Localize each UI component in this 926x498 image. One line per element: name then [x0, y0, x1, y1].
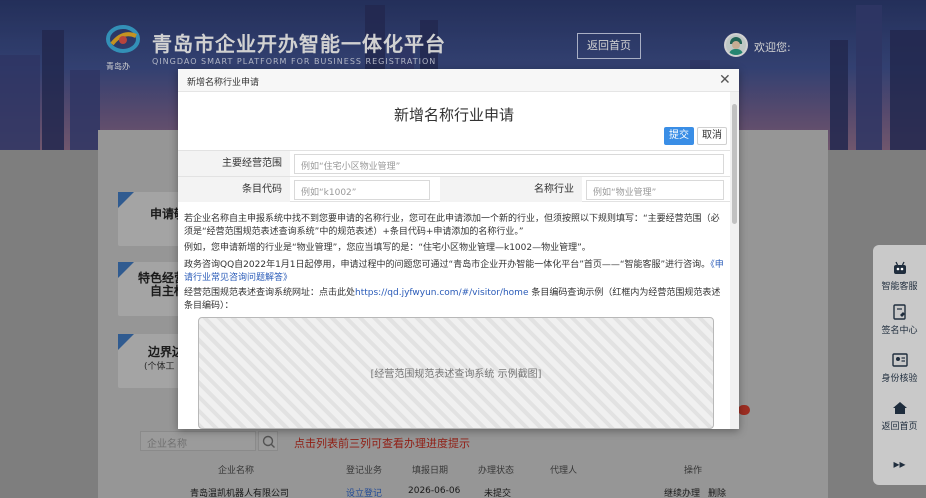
modal-scrollbar[interactable]: [730, 92, 739, 429]
scroll-thumb[interactable]: [732, 104, 737, 224]
code-input[interactable]: 例如“k1002”: [294, 180, 430, 200]
code-label: 条目代码: [178, 177, 290, 202]
submit-button[interactable]: 提交: [664, 127, 694, 145]
robot-icon: [893, 261, 906, 274]
col-business: 登记业务: [346, 466, 383, 476]
right-rail: 智能客服 签名中心 身份核验 返回首页 ▸▸: [873, 245, 926, 485]
home-icon: [892, 402, 907, 414]
cancel-button[interactable]: 取消: [697, 127, 727, 145]
query-system-paragraph: 经营范围规范表述查询系统网址：点击此处https://qd.jyfwyun.co…: [184, 287, 724, 313]
logo-text: 青岛办: [106, 62, 130, 71]
col-agent: 代理人: [550, 466, 578, 476]
site-title: 青岛市企业开办智能一体化平台: [152, 32, 446, 56]
rail-id-verify[interactable]: 身份核验: [873, 351, 926, 384]
scope-label: 主要经营范围: [178, 151, 290, 176]
col-status: 办理状态: [478, 466, 515, 476]
new-industry-modal: 新增名称行业申请 ✕ 新增名称行业申请 提交 取消 主要经营范围 例如“住宅小区…: [178, 69, 739, 429]
close-icon[interactable]: ✕: [719, 72, 731, 88]
col-date: 填报日期: [412, 466, 449, 476]
double-chevron-right-icon: ▸▸: [893, 457, 906, 471]
row-status: 未提交: [484, 489, 512, 498]
rail-home[interactable]: 返回首页: [873, 399, 926, 432]
site-subtitle: QINGDAO SMART PLATFORM FOR BUSINESS REGI…: [152, 57, 437, 66]
delete-button[interactable]: 删除: [708, 486, 726, 498]
qq-notice-paragraph: 政务咨询QQ自2022年1月1日起停用，申请过程中的问题您可通过“青岛市企业开办…: [184, 259, 724, 285]
rail-label: 签名中心: [881, 326, 918, 336]
modal-body: 新增名称行业申请 提交 取消 主要经营范围 例如“住宅小区物业管理” 条目代码 …: [178, 92, 730, 429]
search-button[interactable]: [258, 431, 278, 451]
welcome-text: 欢迎您:: [754, 41, 791, 54]
row-business[interactable]: 设立登记: [346, 486, 382, 498]
industry-input[interactable]: 例如“物业管理”: [586, 180, 724, 200]
example-screenshot: [经营范围规范表述查询系统 示例截图]: [198, 317, 714, 429]
table-row: 青岛温凯机器人有限公司 设立登记 2026-06-06 未提交 继续办理 删除: [140, 483, 750, 498]
rule-paragraph: 若企业名称自主申报系统中找不到您要申请的名称行业，您可在此申请添加一个新的行业，…: [184, 214, 720, 237]
company-search-input[interactable]: 企业名称: [140, 431, 256, 451]
qq-notice-text: 政务咨询QQ自2022年1月1日起停用，申请过程中的问题您可通过“青岛市企业开办…: [184, 260, 711, 270]
rail-label: 智能客服: [881, 282, 918, 292]
table-header: 企业名称 登记业务 填报日期 办理状态 代理人 操作: [140, 460, 750, 478]
progress-hint: 点击列表前三列可查看办理进度提示: [294, 437, 470, 450]
rail-label: 身份核验: [881, 374, 918, 384]
modal-header-title: 新增名称行业申请: [187, 78, 260, 88]
rail-signature-center[interactable]: 签名中心: [873, 303, 926, 336]
modal-header: 新增名称行业申请 ✕: [178, 69, 739, 92]
service-card-3-sub: (个体工: [144, 362, 175, 372]
back-home-button[interactable]: 返回首页: [577, 33, 641, 59]
rail-collapse[interactable]: ▸▸: [873, 457, 926, 471]
code-industry-row: 条目代码 例如“k1002” 名称行业 例如“物业管理”: [178, 176, 730, 202]
search-icon: [262, 435, 275, 448]
signature-icon: [892, 304, 906, 320]
qingdao-logo-icon: [106, 25, 140, 53]
rail-label: 返回首页: [881, 422, 918, 432]
example-label: [经营范围规范表述查询系统 示例截图]: [370, 369, 542, 380]
form-title: 新增名称行业申请: [393, 106, 514, 124]
col-actions: 操作: [684, 466, 703, 476]
query-system-link[interactable]: https://qd.jyfwyun.com/#/visitor/home: [355, 288, 528, 298]
industry-label: 名称行业: [440, 177, 582, 202]
query-system-text: 经营范围规范表述查询系统网址：点击此处: [184, 288, 356, 298]
row-company-name[interactable]: 青岛温凯机器人有限公司: [190, 486, 289, 498]
scope-input[interactable]: 例如“住宅小区物业管理”: [294, 154, 724, 174]
notification-badge: [738, 405, 750, 415]
avatar[interactable]: [724, 33, 748, 57]
row-date[interactable]: 2026-06-06: [408, 486, 460, 496]
col-company-name: 企业名称: [218, 466, 255, 476]
rail-smart-service[interactable]: 智能客服: [873, 259, 926, 292]
continue-button[interactable]: 继续办理: [664, 486, 700, 498]
id-verify-icon: [891, 353, 908, 367]
scope-row: 主要经营范围 例如“住宅小区物业管理”: [178, 150, 730, 176]
example-paragraph: 例如，您申请新增的行业是“物业管理”，您应当填写的是：“住宅小区物业管理—k10…: [184, 243, 591, 253]
